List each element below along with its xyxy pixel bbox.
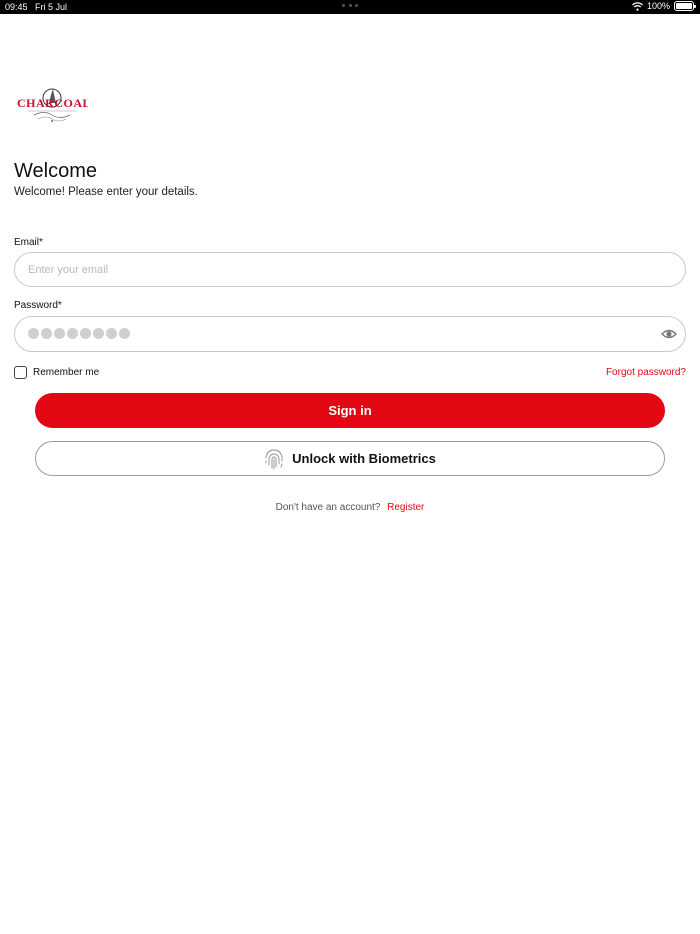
- eye-icon[interactable]: [661, 326, 677, 342]
- remember-me[interactable]: Remember me: [14, 366, 99, 379]
- register-row: Don't have an account? Register: [0, 502, 700, 513]
- email-field-wrapper: [14, 252, 686, 287]
- forgot-password-link[interactable]: Forgot password?: [606, 367, 686, 378]
- email-field[interactable]: [15, 253, 685, 286]
- svg-text:CHARCOAL: CHARCOAL: [17, 96, 88, 110]
- page-subtitle: Welcome! Please enter your details.: [14, 186, 198, 198]
- status-bar: 09:45 Fri 5 Jul 100%: [0, 0, 700, 14]
- register-link[interactable]: Register: [387, 502, 424, 513]
- password-mask: [28, 328, 130, 339]
- battery-icon: [674, 1, 696, 11]
- status-right: 100%: [632, 1, 696, 11]
- wifi-icon: [632, 1, 643, 11]
- page-title: Welcome: [14, 160, 97, 182]
- fingerprint-icon: [265, 448, 283, 469]
- sign-in-button[interactable]: Sign in: [35, 393, 665, 428]
- remember-me-label: Remember me: [33, 367, 100, 378]
- biometrics-button[interactable]: Unlock with Biometrics: [35, 441, 665, 476]
- status-time: 09:45: [5, 2, 28, 12]
- password-field[interactable]: [14, 316, 686, 352]
- battery-percent: 100%: [646, 1, 670, 11]
- sign-in-label: Sign in: [328, 403, 372, 418]
- remember-me-checkbox[interactable]: [14, 366, 27, 379]
- biometrics-label: Unlock with Biometrics: [292, 451, 436, 466]
- email-label: Email*: [14, 237, 43, 248]
- brand-logo: CHARCOAL: [16, 88, 91, 124]
- multitasking-dots-icon[interactable]: [342, 4, 358, 8]
- password-label: Password*: [14, 300, 62, 311]
- register-prompt: Don't have an account?: [275, 502, 381, 513]
- status-date: Fri 5 Jul: [35, 2, 68, 12]
